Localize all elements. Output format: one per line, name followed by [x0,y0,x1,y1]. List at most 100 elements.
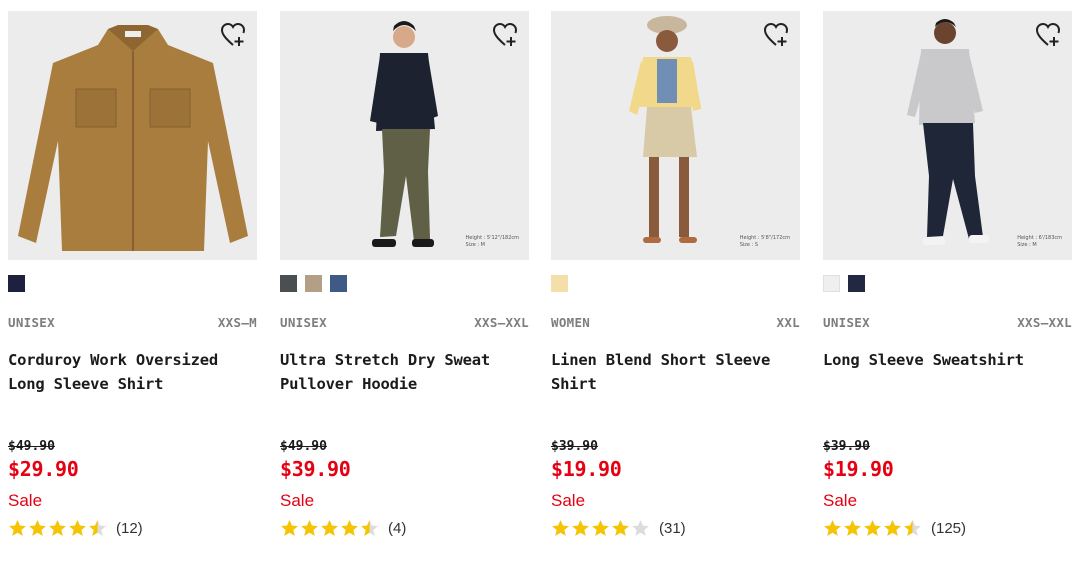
model-caption: Height : 5'12"/182cm Size : M [466,235,519,249]
star-full-icon [9,519,26,536]
product-image[interactable]: Height : 5'8"/172cm Size : S [551,11,800,260]
product-name[interactable]: Long Sleeve Sweatshirt [823,348,1063,372]
color-swatch[interactable] [330,275,347,292]
gender-label: UNISEX [823,315,870,330]
product-card[interactable]: Height : 6'/183cm Size : M UNISEX XXS–XX… [823,11,1072,571]
star-full-icon [824,519,841,536]
original-price: $39.90 [551,439,598,454]
model-height: Height : 5'8"/172cm [739,235,790,241]
sale-price: $19.90 [551,457,622,481]
gender-label: UNISEX [280,315,327,330]
model-height: Height : 5'12"/182cm [465,235,519,241]
sale-price: $19.90 [823,457,894,481]
star-half-icon [89,519,106,536]
color-swatch[interactable] [8,275,25,292]
star-full-icon [301,519,318,536]
star-full-icon [49,519,66,536]
color-swatch[interactable] [305,275,322,292]
color-swatch[interactable] [551,275,568,292]
product-name[interactable]: Corduroy Work Oversized Long Sleeve Shir… [8,348,248,396]
star-full-icon [341,519,358,536]
product-grid: UNISEX XXS–M Corduroy Work Oversized Lon… [8,11,1072,571]
sale-price: $29.90 [8,457,79,481]
sale-label: Sale [280,491,315,510]
star-half-icon [904,519,921,536]
model-height: Height : 6'/183cm [1017,235,1062,241]
product-image[interactable]: Height : 6'/183cm Size : M [823,11,1072,260]
size-range: XXS–XXL [1017,315,1072,330]
review-count: (4) [388,519,407,537]
heart-plus-icon [1035,22,1061,46]
heart-plus-icon [763,22,789,46]
product-name-line: Ultra Stretch Dry Sweat [280,351,491,369]
sale-label: Sale [823,491,858,510]
product-name-line: Pullover Hoodie [280,375,417,393]
star-full-icon [844,519,861,536]
sale-label: Sale [8,491,43,510]
product-meta: UNISEX XXS–XXL [823,315,1072,331]
review-count: (125) [931,519,967,537]
rating[interactable]: (31) [551,517,686,539]
star-half-icon [361,519,378,536]
size-range: XXL [776,315,800,330]
color-swatches [823,275,865,292]
product-name-line: Linen Blend Short Sleeve [551,351,771,369]
star-full-icon [29,519,46,536]
rating[interactable]: (12) [8,517,143,539]
size-range: XXS–XXL [474,315,529,330]
product-card[interactable]: Height : 5'8"/172cm Size : S WOMEN XXL L… [551,11,800,571]
sale-price: $39.90 [280,457,351,481]
color-swatch[interactable] [280,275,297,292]
product-card[interactable]: UNISEX XXS–M Corduroy Work Oversized Lon… [8,11,257,571]
star-full-icon [884,519,901,536]
product-name-line: Shirt [551,375,597,393]
star-empty-icon [632,519,649,536]
original-price: $49.90 [280,439,327,454]
star-rating [280,519,379,538]
sale-label: Sale [551,491,586,510]
gender-label: UNISEX [8,315,55,330]
review-count: (12) [116,519,143,537]
wishlist-button[interactable] [1034,21,1062,49]
color-swatch[interactable] [823,275,840,292]
rating[interactable]: (4) [280,517,406,539]
original-price: $39.90 [823,439,870,454]
product-name-line: Long Sleeve Shirt [8,375,164,393]
heart-plus-icon [220,22,246,46]
star-rating [8,519,107,538]
product-name-line: Long Sleeve Sweatshirt [823,351,1024,369]
product-meta: UNISEX XXS–XXL [280,315,529,331]
star-full-icon [69,519,86,536]
original-price: $49.90 [8,439,55,454]
product-name[interactable]: Linen Blend Short Sleeve Shirt [551,348,791,396]
model-caption: Height : 5'8"/172cm Size : S [740,235,790,249]
product-meta: UNISEX XXS–M [8,315,257,331]
star-full-icon [864,519,881,536]
wishlist-button[interactable] [491,21,519,49]
wishlist-button[interactable] [219,21,247,49]
rating[interactable]: (125) [823,517,966,539]
product-name[interactable]: Ultra Stretch Dry Sweat Pullover Hoodie [280,348,520,396]
gender-label: WOMEN [551,315,591,330]
model-size: Size : M [1017,242,1037,248]
wishlist-button[interactable] [762,21,790,49]
star-full-icon [592,519,609,536]
star-rating [823,519,922,538]
star-full-icon [612,519,629,536]
product-name-line: Corduroy Work Oversized [8,351,219,369]
model-size: Size : M [465,242,485,248]
model-size: Size : S [739,242,759,248]
color-swatches [8,275,25,292]
model-caption: Height : 6'/183cm Size : M [1017,235,1062,249]
product-image[interactable] [8,11,257,260]
heart-plus-icon [492,22,518,46]
star-rating [551,519,650,538]
product-card[interactable]: Height : 5'12"/182cm Size : M UNISEX XXS… [280,11,529,571]
size-range: XXS–M [217,315,257,330]
product-image[interactable]: Height : 5'12"/182cm Size : M [280,11,529,260]
star-full-icon [572,519,589,536]
color-swatches [280,275,347,292]
product-meta: WOMEN XXL [551,315,800,331]
color-swatch[interactable] [848,275,865,292]
star-full-icon [281,519,298,536]
